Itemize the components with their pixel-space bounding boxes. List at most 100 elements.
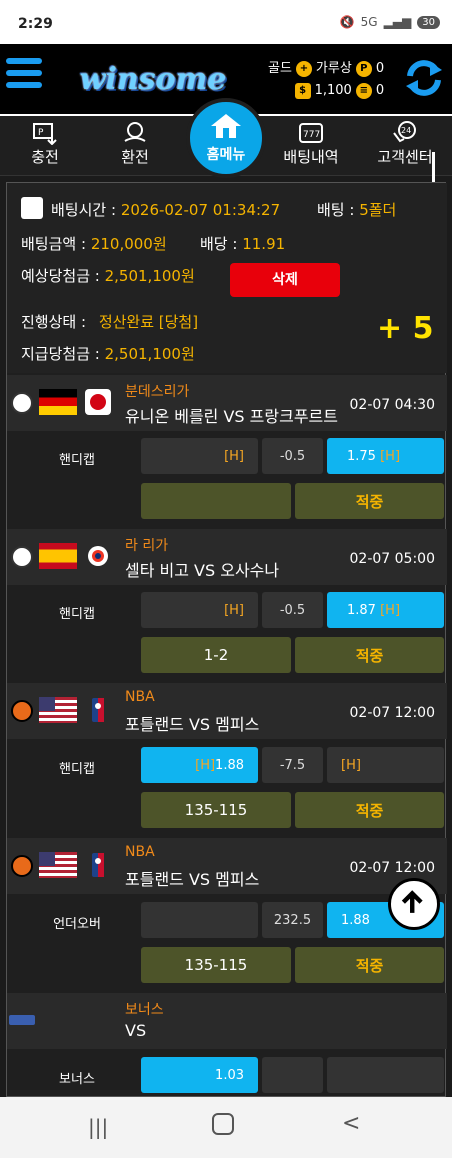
game-header: NBA 포틀랜드 VS 멤피스 02-07 12:00 (7, 683, 447, 739)
home-odds-value: 1.88 (215, 757, 244, 773)
coins-icon: ≡ (355, 83, 372, 99)
deposit-icon: P (0, 120, 90, 146)
signal-icon: ▂▄▆ (383, 15, 412, 29)
home-soft-icon[interactable] (212, 1113, 234, 1135)
home-odds-button[interactable]: [H] (141, 438, 258, 474)
league-name: 분데스리가 (125, 384, 190, 400)
match-teams: 포틀랜드 VS 멤피스 (125, 870, 260, 889)
bet-time-label: 배팅시간 : (51, 201, 117, 219)
status-bar: 2:29 🔇 5G ▂▄▆ 30 (0, 0, 452, 44)
match-datetime: 02-07 04:30 (349, 397, 435, 413)
progress-status: 정산완료 [당첨] (98, 313, 199, 331)
score-cell: 135-115 (141, 792, 291, 828)
away-odds-value: 1.75 (347, 448, 376, 464)
under-odds-button[interactable] (141, 902, 258, 938)
status-time: 2:29 (18, 16, 53, 32)
svg-text:24: 24 (401, 126, 411, 135)
odds-value: 11.91 (242, 235, 286, 253)
support-24-icon: 24 (360, 120, 450, 146)
status-icons: 🔇 5G ▂▄▆ 30 (340, 15, 440, 29)
bet-type-cell: 핸디캡 (59, 453, 95, 468)
bundesliga-logo-icon (85, 389, 111, 415)
score-cell (141, 483, 291, 519)
soccer-ball-icon (11, 392, 33, 414)
gold-value: 0 (375, 83, 385, 98)
bonus-odds-button[interactable]: 1.03 (141, 1057, 258, 1093)
mute-icon: 🔇 (339, 15, 355, 29)
progress-label: 진행상태 : (21, 313, 87, 331)
away-handicap-mark: [H] (380, 602, 401, 618)
battery-badge: 30 (417, 15, 440, 29)
game-header: 분데스리가 유니온 베를린 VS 프랑크푸르트 02-07 04:30 (7, 375, 447, 431)
back-icon[interactable]: < (342, 1111, 360, 1136)
nav-exchange-label: 환전 (121, 148, 149, 166)
nav-charge-label: 충전 (31, 148, 59, 166)
nba-logo-icon (85, 852, 111, 878)
germany-flag-icon (39, 389, 77, 415)
result-cell: 적중 (295, 947, 444, 983)
line-value[interactable]: -0.5 (262, 592, 323, 628)
line-value[interactable]: 232.5 (262, 902, 323, 938)
home-odds-button[interactable]: [H] (141, 592, 258, 628)
nav-support[interactable]: 24 고객센터 (360, 120, 450, 167)
nav-charge[interactable]: P 충전 (0, 120, 90, 167)
usa-flag-icon (39, 697, 77, 723)
recent-apps-icon[interactable]: ||| (88, 1115, 108, 1139)
away-odds-button[interactable] (327, 1057, 444, 1093)
away-odds-button[interactable]: [H] (327, 747, 444, 783)
logo[interactable]: winsome (80, 50, 227, 108)
line-value[interactable] (262, 1057, 323, 1093)
slot-machine-icon: 777 (266, 120, 356, 146)
delete-button[interactable]: 삭제 (230, 263, 340, 297)
line-value[interactable]: -7.5 (262, 747, 323, 783)
line-value[interactable]: -0.5 (262, 438, 323, 474)
bet-time: 2026-02-07 01:34:27 (120, 201, 281, 219)
nav-bet-history[interactable]: 777 배팅내역 (266, 120, 356, 167)
plus-count: + 5 (377, 311, 434, 346)
spain-flag-icon (39, 543, 77, 569)
result-cell: 적중 (295, 483, 444, 519)
exchange-icon (90, 120, 180, 146)
basketball-icon (11, 855, 33, 877)
bonus-logo-icon (9, 1015, 35, 1025)
garusang-label: 가루상 (315, 61, 352, 76)
away-handicap-mark: [H] (380, 448, 401, 464)
bet-amount-label: 배팅금액 : (21, 235, 87, 253)
odds-label: 배당 : (200, 235, 238, 253)
bet-amount: 210,000원 (90, 235, 167, 253)
match-datetime: 02-07 05:00 (349, 551, 435, 567)
match-datetime: 02-07 12:00 (349, 705, 435, 721)
network-label: 5G (360, 15, 378, 29)
home-menu-button[interactable]: 홈메뉴 (186, 98, 266, 178)
match-teams: 유니온 베를린 VS 프랑크푸르트 (125, 407, 338, 426)
home-handicap-mark: [H] (224, 448, 244, 464)
game-header: 보너스 VS (7, 993, 447, 1049)
away-odds-button[interactable]: 1.75 [H] (327, 438, 444, 474)
league-name: 보너스 (125, 1002, 164, 1018)
expected-label: 예상당첨금 : (21, 267, 100, 285)
usa-flag-icon (39, 852, 77, 878)
score-cell: 135-115 (141, 947, 291, 983)
gold-label: 골드 (268, 61, 292, 76)
nav-support-label: 고객센터 (377, 148, 433, 166)
bet-summary: 배팅시간 : 2026-02-07 01:34:27 배팅 : 5폴더 배팅금액… (7, 183, 447, 373)
away-handicap-mark: [H] (341, 757, 361, 773)
svg-text:P: P (38, 128, 44, 138)
refresh-icon[interactable] (402, 56, 446, 100)
home-odds-button[interactable]: [H] 1.88 (141, 747, 258, 783)
league-name: 라 리가 (125, 538, 169, 554)
home-handicap-mark: [H] (224, 602, 244, 618)
bet-type: 5폴더 (359, 201, 397, 219)
league-name: NBA (125, 844, 155, 860)
bet-type-cell: 핸디캡 (59, 607, 95, 622)
select-checkbox[interactable] (21, 197, 43, 219)
game-header: 라 리가 셀타 비고 VS 오사수나 02-07 05:00 (7, 529, 447, 585)
cash-icon: $ (294, 83, 311, 99)
scroll-top-button[interactable] (388, 878, 440, 930)
away-odds-button[interactable]: 1.87 [H] (327, 592, 444, 628)
wallet-info: 골드 + 가루상 P 0 $ 1,100 ≡ 0 (268, 58, 384, 102)
nav-exchange[interactable]: 환전 (90, 120, 180, 167)
score-cell: 1-2 (141, 637, 291, 673)
match-datetime: 02-07 12:00 (349, 860, 435, 876)
menu-icon[interactable] (6, 58, 42, 98)
